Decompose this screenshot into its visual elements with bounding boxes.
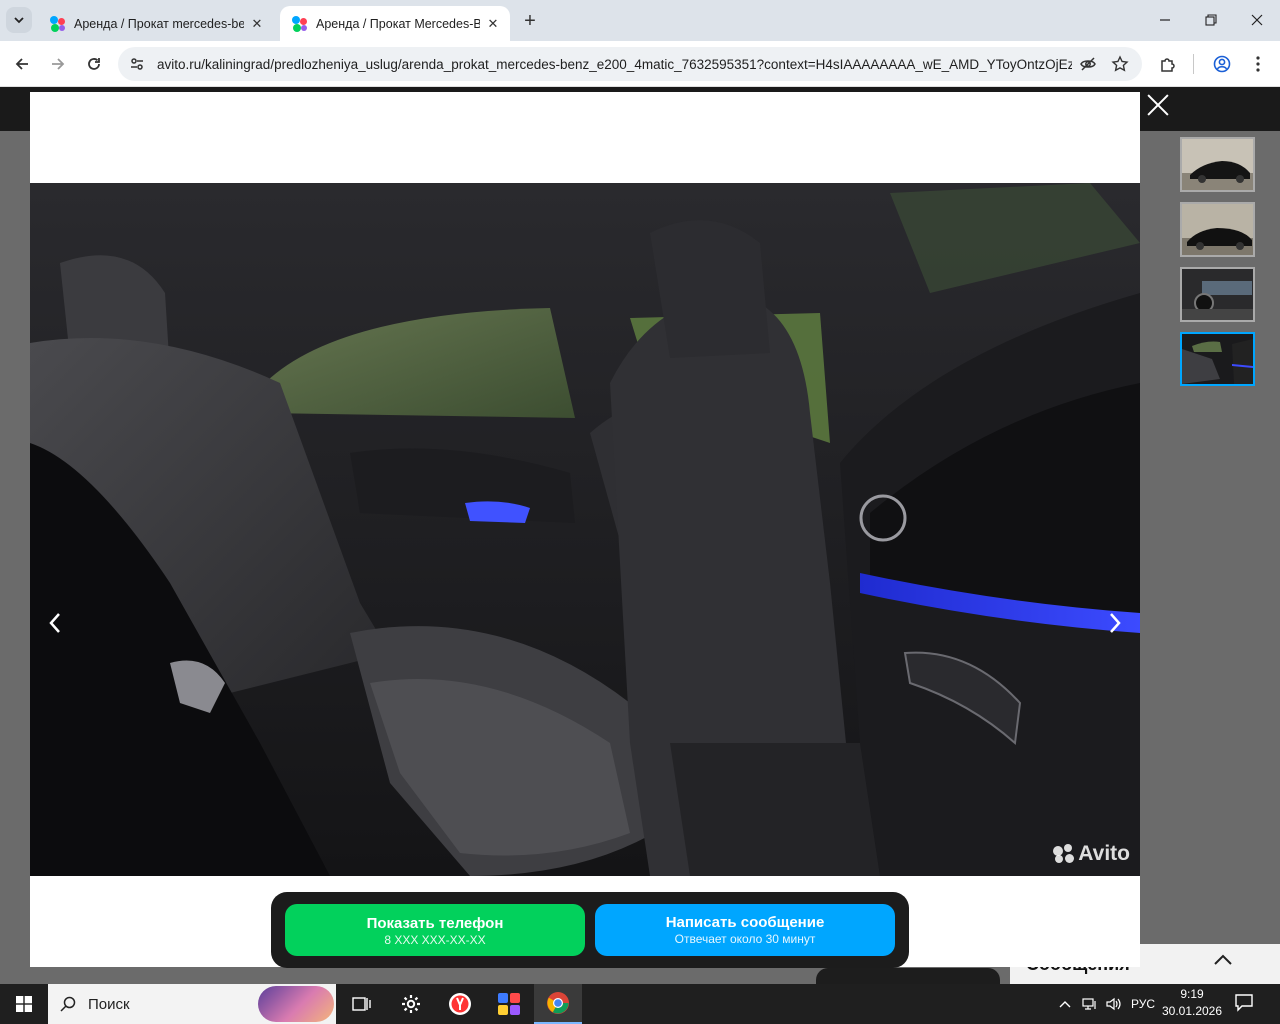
close-gallery-button[interactable]: [1146, 92, 1170, 116]
response-time: Отвечает около 30 минут: [674, 932, 816, 946]
network-icon: [1082, 998, 1096, 1010]
back-button[interactable]: [8, 50, 36, 78]
watermark-text: Avito: [1078, 842, 1130, 865]
tab-title: Аренда / Прокат Mercedes-Benz E200: [316, 16, 480, 31]
toolbar-divider: [1193, 54, 1194, 74]
minimize-button[interactable]: [1142, 6, 1188, 34]
avito-favicon-icon: [292, 15, 308, 32]
thumbnail-1[interactable]: [1180, 137, 1255, 192]
chevron-up-icon[interactable]: [1212, 950, 1234, 973]
search-placeholder: Поиск: [88, 995, 130, 1013]
network-button[interactable]: [1078, 984, 1102, 1024]
address-bar[interactable]: avito.ru/kaliningrad/predlozheniya_uslug…: [118, 47, 1142, 81]
photo-viewer: Avito: [30, 92, 1140, 967]
forward-arrow-icon: [52, 58, 65, 70]
tab-inactive[interactable]: Аренда / Прокат mercedes-benz e200 ✕: [38, 6, 274, 41]
back-arrow-icon: [15, 58, 28, 70]
task-view-button[interactable]: [338, 984, 386, 1024]
tracking-protection-button[interactable]: [1072, 49, 1104, 79]
chevron-right-icon: [1110, 613, 1121, 633]
tray-overflow-button[interactable]: [1054, 984, 1076, 1024]
app-grid-icon: [498, 993, 520, 1015]
taskbar-settings[interactable]: [387, 984, 435, 1024]
thumbnail-strip: [1180, 137, 1256, 396]
language-indicator[interactable]: РУС: [1128, 984, 1158, 1024]
close-window-button[interactable]: [1234, 6, 1280, 34]
close-icon: [1251, 14, 1263, 26]
windows-logo-icon: [16, 996, 32, 1012]
close-tab-icon[interactable]: ✕: [484, 15, 502, 33]
chevron-down-icon: [14, 17, 24, 24]
system-clock[interactable]: 9:19 30.01.2026: [1160, 986, 1224, 1020]
reload-icon: [88, 58, 100, 70]
search-highlight-image: [258, 986, 334, 1022]
phone-mask: 8 XXX XXX-XX-XX: [384, 933, 486, 947]
plus-icon: +: [524, 9, 536, 32]
close-tab-icon[interactable]: ✕: [248, 15, 266, 33]
taskbar-app-grid[interactable]: [485, 984, 533, 1024]
clock-date: 30.01.2026: [1161, 1004, 1223, 1018]
kebab-menu-icon: [1256, 56, 1260, 72]
main-photo[interactable]: Avito: [30, 183, 1140, 876]
avito-favicon-icon: [50, 15, 66, 32]
browser-toolbar: avito.ru/kaliningrad/predlozheniya_uslug…: [0, 41, 1280, 87]
show-phone-button[interactable]: Показать телефон 8 XXX XXX-XX-XX: [285, 904, 585, 956]
extensions-button[interactable]: [1154, 50, 1182, 78]
gear-icon: [402, 995, 420, 1013]
yandex-browser-icon: [449, 993, 471, 1015]
puzzle-icon: [1161, 58, 1175, 72]
start-button[interactable]: [0, 984, 48, 1024]
eye-off-icon: [1080, 57, 1096, 71]
clock-time: 9:19: [1180, 987, 1204, 1001]
tab-active[interactable]: Аренда / Прокат Mercedes-Benz E200 ✕: [280, 6, 510, 41]
windows-taskbar: Поиск РУС 9:19 30.01.2026: [0, 984, 1280, 1024]
tab-search-button[interactable]: [6, 7, 32, 33]
previous-photo-button[interactable]: [40, 608, 70, 638]
tune-icon: [131, 58, 143, 70]
restore-icon: [1205, 14, 1217, 26]
bookmark-button[interactable]: [1104, 49, 1136, 79]
contact-action-bar: Показать телефон 8 XXX XXX-XX-XX Написат…: [271, 892, 909, 968]
tab-title: Аренда / Прокат mercedes-benz e200: [74, 16, 244, 31]
notification-icon: [1235, 994, 1253, 1012]
show-phone-label: Показать телефон: [366, 915, 504, 932]
notifications-button[interactable]: [1234, 992, 1260, 1016]
site-info-button[interactable]: [122, 49, 152, 79]
car-interior-photo: [30, 183, 1140, 876]
tab-strip: Аренда / Прокат mercedes-benz e200 ✕ Аре…: [0, 0, 1280, 41]
avito-watermark: Avito: [1053, 842, 1130, 866]
chat-widget[interactable]: [816, 968, 1000, 984]
avito-logo-icon: [1053, 844, 1075, 864]
taskbar-chrome[interactable]: [534, 984, 582, 1024]
thumbnail-2[interactable]: [1180, 202, 1255, 257]
write-message-label: Написать сообщение: [665, 914, 825, 931]
chevron-left-icon: [49, 613, 60, 633]
task-view-icon: [352, 997, 371, 1011]
thumbnail-4-selected[interactable]: [1180, 332, 1255, 386]
star-icon: [1111, 55, 1129, 72]
browser-menu-button[interactable]: [1244, 50, 1272, 78]
reload-button[interactable]: [80, 50, 108, 78]
thumbnail-3[interactable]: [1180, 267, 1255, 322]
chrome-icon: [547, 992, 569, 1014]
url-text[interactable]: avito.ru/kaliningrad/predlozheniya_uslug…: [152, 57, 1072, 72]
minimize-icon: [1160, 19, 1170, 21]
taskbar-yandex-browser[interactable]: [436, 984, 484, 1024]
forward-button[interactable]: [44, 50, 72, 78]
speaker-icon: [1106, 997, 1121, 1011]
write-message-button[interactable]: Написать сообщение Отвечает около 30 мин…: [595, 904, 895, 956]
profile-icon: [1213, 55, 1231, 73]
next-photo-button[interactable]: [1100, 608, 1130, 638]
taskbar-search[interactable]: Поиск: [48, 984, 336, 1024]
search-icon: [48, 996, 88, 1012]
restore-button[interactable]: [1188, 6, 1234, 34]
chevron-up-icon: [1059, 1001, 1071, 1008]
volume-button[interactable]: [1102, 984, 1126, 1024]
new-tab-button[interactable]: +: [518, 9, 542, 33]
profile-button[interactable]: [1208, 50, 1236, 78]
